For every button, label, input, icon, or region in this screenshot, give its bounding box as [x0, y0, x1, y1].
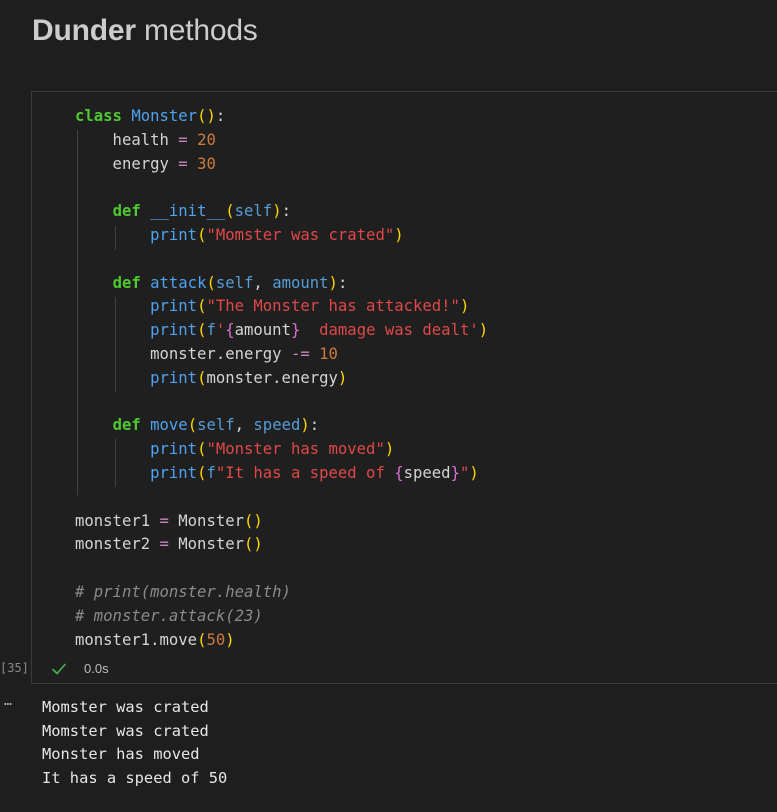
code-line: health = 20	[75, 130, 216, 149]
heading-bold-text: Dunder	[32, 14, 136, 47]
code-line: monster2 = Monster()	[75, 535, 263, 554]
check-icon	[52, 663, 66, 675]
output-line: Momster was crated	[42, 698, 209, 716]
markdown-heading: Dunder methods	[32, 14, 258, 48]
markdown-cell[interactable]: Dunder methods	[0, 0, 777, 70]
code-line: def attack(self, amount):	[112, 273, 348, 292]
execution-count: [35]	[0, 661, 29, 675]
code-line: print("Monster has moved")	[150, 440, 395, 459]
output-line: It has a speed of 50	[42, 768, 228, 787]
heading-rest-text: methods	[135, 14, 258, 47]
code-line: print(f"It has a speed of {speed}")	[150, 463, 479, 482]
code-line: monster1 = Monster()	[75, 511, 263, 530]
output-line: Monster has moved	[42, 745, 200, 764]
code-line: monster.energy -= 10	[75, 344, 338, 363]
code-line: energy = 30	[75, 154, 216, 173]
code-line: # print(monster.health)	[75, 582, 291, 601]
output-line: Momster was crated	[42, 721, 209, 740]
code-line: def __init__(self):	[112, 202, 291, 221]
code-line: # monster.attack(23)	[75, 606, 263, 625]
code-line: monster1.move(50)	[75, 630, 235, 649]
code-line: print("The Monster has attacked!")	[150, 297, 470, 316]
code-line: def move(self, speed):	[112, 416, 320, 435]
code-line: print(f'{amount} damage was dealt')	[150, 321, 489, 340]
cell-output: Momster was crated Momster was crated Mons…	[42, 696, 227, 790]
execution-time: 0.0s	[84, 661, 109, 676]
output-more-icon[interactable]: …	[4, 694, 13, 709]
code-line: print("Momster was crated")	[150, 225, 404, 244]
code-editor[interactable]: class Monster(): health = 20 energy = 30…	[75, 105, 488, 652]
code-line: print(monster.energy)	[150, 368, 348, 387]
code-line: class Monster():	[75, 107, 226, 125]
